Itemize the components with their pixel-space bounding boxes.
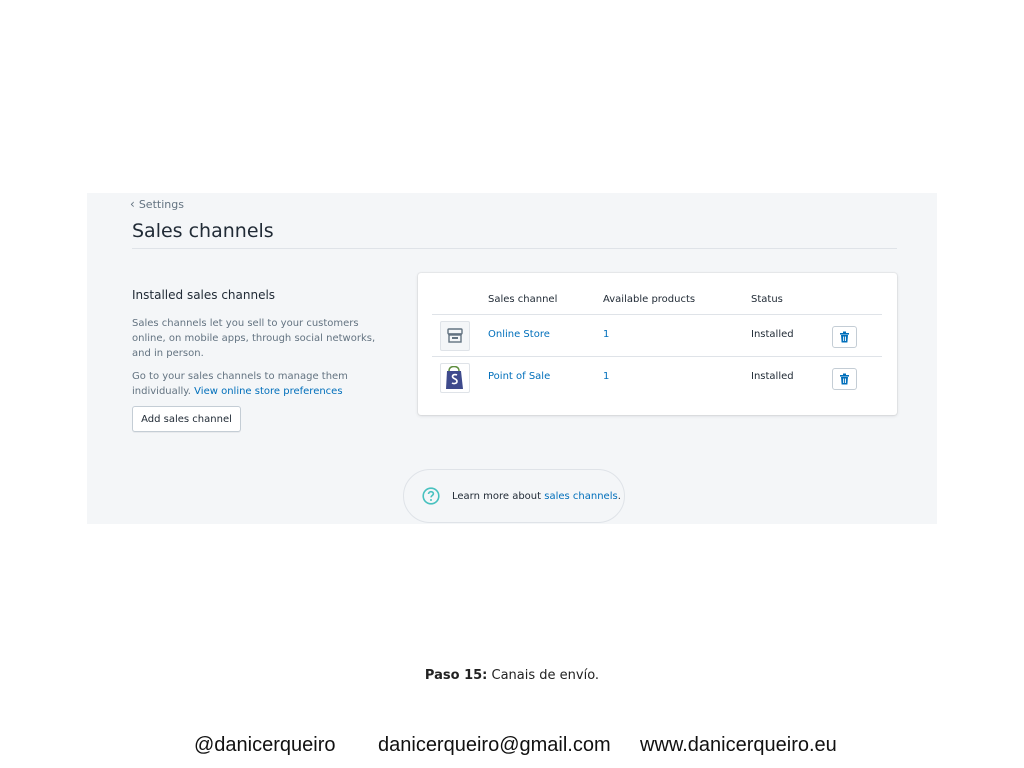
manage-description: Go to your sales channels to manage them… bbox=[132, 369, 377, 399]
online-store-icon bbox=[440, 321, 470, 351]
help-suffix: . bbox=[617, 490, 621, 502]
trash-icon bbox=[840, 373, 849, 385]
page-title: Sales channels bbox=[132, 220, 274, 242]
screenshot-panel: ‹ Settings Sales channels Installed sale… bbox=[87, 193, 937, 524]
section-title: Installed sales channels bbox=[132, 288, 276, 302]
channel-name-link[interactable]: Point of Sale bbox=[488, 371, 550, 382]
add-sales-channel-button[interactable]: Add sales channel bbox=[132, 406, 241, 432]
breadcrumb[interactable]: ‹ Settings bbox=[130, 197, 184, 211]
column-header-sales-channel: Sales channel bbox=[488, 294, 558, 305]
channel-status: Installed bbox=[751, 329, 794, 340]
section-description: Sales channels let you sell to your cust… bbox=[132, 318, 376, 359]
footer-website: www.danicerqueiro.eu bbox=[640, 734, 837, 756]
table-header: Sales channel Available products Status bbox=[418, 294, 897, 308]
step-caption: Paso 15: Canais de envío. bbox=[0, 668, 1024, 683]
footer-handle: @danicerqueiro bbox=[194, 734, 336, 756]
delete-channel-button[interactable] bbox=[832, 326, 857, 348]
channel-status: Installed bbox=[751, 371, 794, 382]
table-row: Point of Sale 1 Installed bbox=[432, 356, 882, 399]
help-text: Learn more about bbox=[452, 490, 542, 502]
column-header-status: Status bbox=[751, 294, 783, 305]
trash-icon bbox=[840, 331, 849, 343]
step-label: Paso 15: bbox=[424, 668, 488, 683]
table-row: Online Store 1 Installed bbox=[432, 314, 882, 357]
footer-email: danicerqueiro@gmail.com bbox=[378, 734, 611, 756]
channel-name-link[interactable]: Online Store bbox=[488, 329, 550, 340]
step-text: Canais de envío. bbox=[491, 668, 600, 683]
column-header-available-products: Available products bbox=[603, 294, 696, 305]
online-store-preferences-link[interactable]: View online store preferences bbox=[194, 386, 342, 397]
delete-channel-button[interactable] bbox=[832, 368, 857, 390]
available-products-count: 1 bbox=[603, 371, 610, 382]
chevron-left-icon: ‹ bbox=[130, 197, 135, 211]
help-footer: Learn more about sales channels. bbox=[403, 469, 625, 523]
available-products-count: 1 bbox=[603, 329, 610, 340]
breadcrumb-settings-link[interactable]: Settings bbox=[139, 198, 184, 211]
header-divider bbox=[132, 248, 897, 249]
question-circle-icon bbox=[422, 487, 440, 505]
sales-channels-help-link[interactable]: sales channels bbox=[544, 491, 617, 502]
sales-channels-card: Sales channel Available products Status … bbox=[418, 273, 897, 415]
point-of-sale-icon bbox=[440, 363, 470, 393]
